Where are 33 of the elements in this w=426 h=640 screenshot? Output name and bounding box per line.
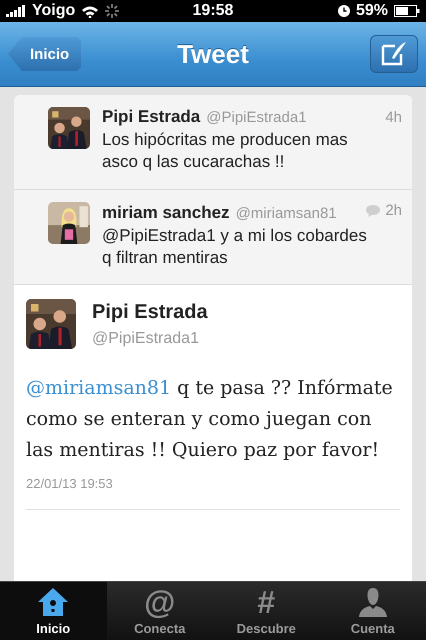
user-name: Pipi Estrada — [102, 107, 200, 127]
screen-title: Tweet — [177, 38, 249, 68]
back-button[interactable]: Inicio — [8, 37, 82, 71]
tab[interactable]: Cuenta — [320, 582, 426, 640]
tab[interactable]: # Descubre — [213, 582, 320, 640]
tweet-text: Los hipócritas me producen mas asco q las cucarachas !! — [102, 129, 349, 173]
tweet-time: 2h — [385, 202, 402, 219]
wifi-icon — [81, 4, 100, 18]
compose-icon — [380, 41, 408, 67]
home-icon — [36, 585, 70, 619]
alarm-icon — [338, 5, 350, 17]
tweet-time: 4h — [385, 109, 402, 126]
user-handle: @PipiEstrada1 — [206, 109, 308, 126]
user-handle: @miriamsan81 — [236, 204, 338, 222]
tab-icon: @ — [144, 585, 176, 619]
tab[interactable]: Inicio — [0, 582, 106, 640]
carrier-name: Yoigo — [32, 2, 76, 20]
battery-percent: 59% — [356, 2, 388, 20]
user-name: Pipi Estrada — [92, 300, 208, 324]
battery-icon — [394, 5, 420, 17]
compose-button[interactable] — [370, 35, 418, 73]
tab[interactable]: @ Conecta — [106, 582, 213, 640]
tweet-text: @PipiEstrada1 y a mi los cobardes q filtran mentiras — [102, 224, 368, 268]
speech-bubble-icon — [365, 204, 382, 218]
signal-icon — [6, 5, 26, 17]
tab-icon: # — [257, 585, 276, 619]
spinner-icon — [105, 4, 120, 18]
mention-link[interactable]: @miriamsan81 — [26, 377, 172, 399]
clock-time: 19:58 — [192, 2, 234, 20]
tweet-text: @miriamsan81 q te pasa ?? Infórmate como se enteran y como juegan con las mentiras !! Quiero paz por favor! — [26, 376, 394, 463]
user-name: miriam sanchez — [102, 202, 230, 222]
tweet-date: 22/01/13 19:53 — [26, 476, 400, 510]
user-handle: @PipiEstrada1 — [92, 330, 200, 348]
